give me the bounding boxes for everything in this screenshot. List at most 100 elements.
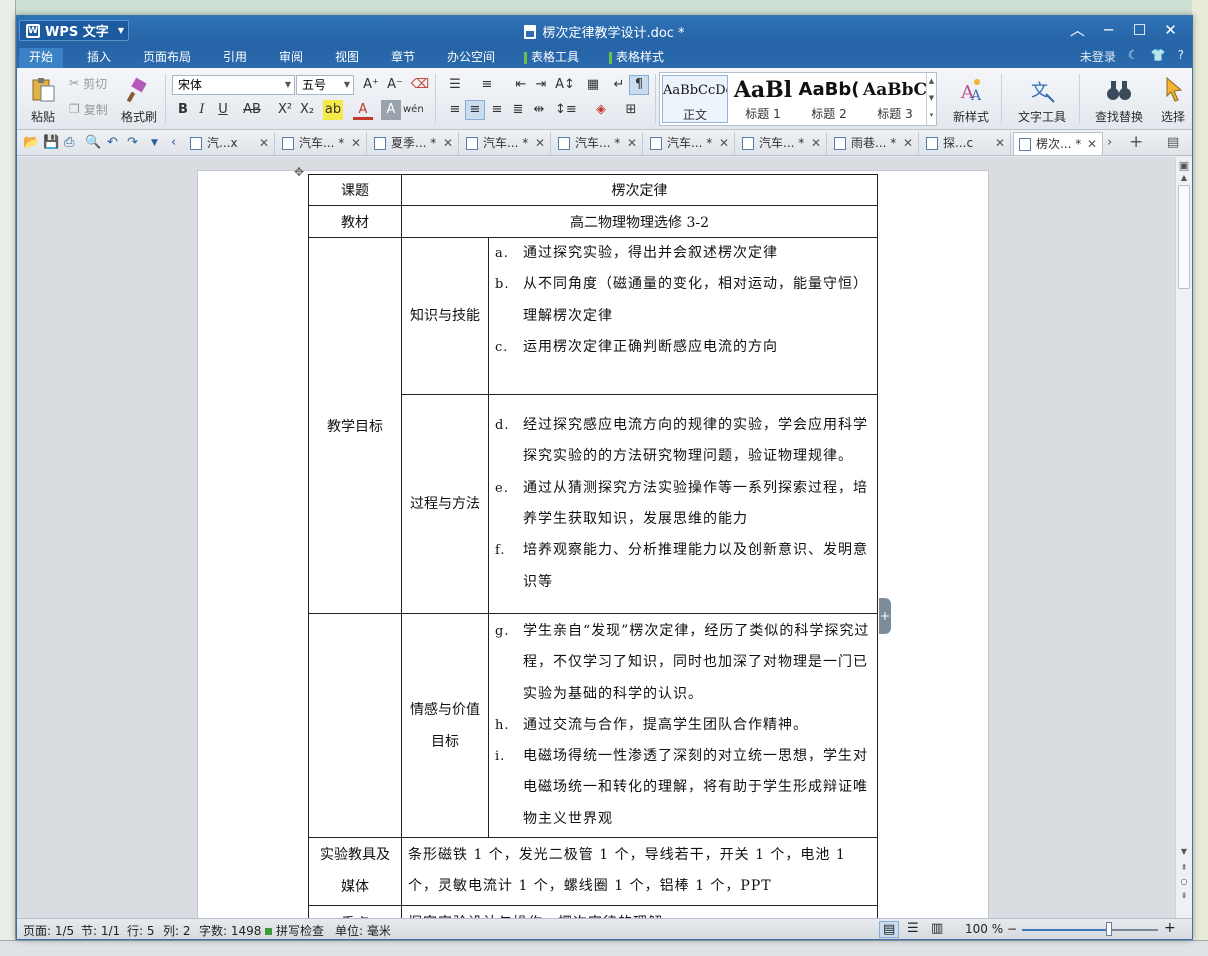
table-move-handle-icon[interactable]: ✥ xyxy=(294,165,304,179)
tab-home[interactable]: 开始 xyxy=(19,48,64,68)
emotion-items-cell[interactable]: g. 学生亲自“发现”楞次定律，经历了类似的科学探究过程，不仅学习了知识，同时也加… xyxy=(488,612,878,839)
tab-office-space[interactable]: 办公空间 xyxy=(445,48,497,68)
minimize-button[interactable]: ─ xyxy=(1093,19,1124,41)
close-icon[interactable]: ✕ xyxy=(535,132,545,154)
char-shading-icon[interactable]: A xyxy=(381,100,401,120)
collapse-ribbon-button[interactable]: ︿ xyxy=(1062,19,1093,41)
process-items-cell[interactable]: d. 经过探究感应电流方向的规律的实验，学会应用科学探究实验的的方法研究物理问题，… xyxy=(488,394,878,614)
style-heading-2[interactable]: AaBb( 标题 2 xyxy=(796,75,862,123)
doc-tab[interactable]: 汽车... * ✕ xyxy=(461,132,551,155)
login-link[interactable]: 未登录 xyxy=(1080,48,1116,65)
doc-tab-active[interactable]: 楞次... * ✕ xyxy=(1013,132,1103,155)
web-view-icon[interactable]: ▥ xyxy=(931,921,943,936)
tab-references[interactable]: 引用 xyxy=(221,48,249,68)
zoom-slider[interactable] xyxy=(1022,929,1158,931)
numbered-list-icon[interactable]: ≡ xyxy=(477,75,497,95)
close-icon[interactable]: ✕ xyxy=(627,132,637,154)
empty-cell[interactable] xyxy=(308,612,402,839)
increase-indent-icon[interactable]: ⇥ xyxy=(531,75,551,95)
save-icon[interactable]: 💾 xyxy=(43,135,59,150)
highlight-icon[interactable]: ab xyxy=(323,100,343,120)
decrease-indent-icon[interactable]: ⇤ xyxy=(511,75,531,95)
zoom-out-icon[interactable]: − xyxy=(1007,922,1017,936)
print-preview-icon[interactable]: 🔍 xyxy=(85,135,101,150)
format-painter-button[interactable]: 格式刷 xyxy=(117,74,161,126)
shirt-icon[interactable]: 👕 xyxy=(1151,48,1166,65)
style-heading-3[interactable]: AaBbC 标题 3 xyxy=(862,75,928,123)
equipment-value-cell[interactable]: 条形磁铁 1 个，发光二极管 1 个，导线若干，开关 1 个，电池 1 个，灵敏… xyxy=(401,837,878,906)
doc-tab[interactable]: 探...c ✕ xyxy=(921,132,1011,155)
prev-page-icon[interactable]: ⇞ xyxy=(1176,863,1192,872)
zoom-in-icon[interactable]: + xyxy=(1164,920,1176,936)
tab-view[interactable]: 视图 xyxy=(333,48,361,68)
show-marks-icon[interactable]: ¶ xyxy=(629,75,649,95)
close-icon[interactable]: ✕ xyxy=(259,132,269,154)
goals-label-cell[interactable]: 教学目标 xyxy=(308,237,402,614)
tab-table-style[interactable]: 表格样式 xyxy=(609,48,666,68)
fill-color-icon[interactable]: ◈ xyxy=(591,100,611,120)
help-button[interactable]: ? xyxy=(1178,48,1184,65)
strikethrough-icon[interactable]: AB xyxy=(239,100,265,120)
doc-tab[interactable]: 汽车... * ✕ xyxy=(553,132,643,155)
spell-check-toggle[interactable]: 拼写检查 xyxy=(265,922,324,939)
tab-list-icon[interactable]: ▤ xyxy=(1167,135,1179,150)
line-spacing-icon[interactable]: ↕≡ xyxy=(555,100,577,120)
tab-review[interactable]: 审阅 xyxy=(277,48,305,68)
textbook-value-cell[interactable]: 高二物理物理选修 3-2 xyxy=(401,205,878,238)
justify-icon[interactable]: ≣ xyxy=(508,100,528,120)
copy-button[interactable]: ❐ 复制 xyxy=(69,100,108,118)
equipment-label-cell[interactable]: 实验教具及媒体 xyxy=(308,837,402,906)
align-left-icon[interactable]: ≡ xyxy=(445,100,465,120)
undo-icon[interactable]: ↶ xyxy=(107,135,118,150)
emotion-label-cell[interactable]: 情感与价值目标 xyxy=(401,612,489,839)
maximize-button[interactable]: ☐ xyxy=(1124,19,1155,41)
skin-icon[interactable]: ☾ xyxy=(1128,48,1139,65)
select-browse-icon[interactable]: ○ xyxy=(1176,877,1192,886)
doc-tab[interactable]: 汽车... * ✕ xyxy=(277,132,367,155)
new-style-button[interactable]: AA 新样式 xyxy=(945,74,997,126)
tab-scroll-left-icon[interactable]: ‹ xyxy=(171,135,176,150)
outline-view-icon[interactable]: ☰ xyxy=(907,921,919,936)
grow-font-icon[interactable]: A⁺ xyxy=(361,75,381,95)
tab-chapter[interactable]: 章节 xyxy=(389,48,417,68)
scroll-down-icon[interactable]: ▼ xyxy=(1176,847,1192,856)
text-tools-button[interactable]: 文 文字工具 xyxy=(1009,74,1075,126)
font-size-select[interactable]: 五号 ▼ xyxy=(296,75,354,95)
superscript-icon[interactable]: X² xyxy=(275,100,295,120)
close-icon[interactable]: ✕ xyxy=(995,132,1005,154)
style-scroll[interactable]: ▲ ▼ ▾ xyxy=(926,73,936,125)
close-icon[interactable]: ✕ xyxy=(1087,133,1097,155)
phonetic-icon[interactable]: wén xyxy=(403,100,424,120)
scrollbar-thumb[interactable] xyxy=(1178,185,1190,289)
add-column-handle[interactable]: + xyxy=(879,598,891,634)
customize-qa-icon[interactable]: ▼ xyxy=(151,138,158,148)
table-grid-icon[interactable]: ▦ xyxy=(583,75,603,95)
status-words[interactable]: 字数: 1498 xyxy=(199,922,261,939)
vertical-scrollbar[interactable]: ▣ ▲ ▼ ⇞ ○ ⇟ xyxy=(1175,157,1192,920)
knowledge-items-cell[interactable]: a. 通过探究实验，得出并会叙述楞次定律 b. 从不同角度（磁通量的变化，相对运动，… xyxy=(488,237,878,395)
font-color-icon[interactable]: A xyxy=(353,100,373,120)
close-icon[interactable]: ✕ xyxy=(351,132,361,154)
font-name-select[interactable]: 宋体 ▼ xyxy=(172,75,295,95)
clear-format-icon[interactable]: ⌫ xyxy=(410,75,430,95)
next-page-icon[interactable]: ⇟ xyxy=(1176,891,1192,900)
print-icon[interactable]: ⎙ xyxy=(64,135,74,150)
scroll-up-icon[interactable]: ▲ xyxy=(1176,173,1192,182)
redo-icon[interactable]: ↷ xyxy=(127,135,138,150)
tab-insert[interactable]: 插入 xyxy=(85,48,113,68)
doc-tab[interactable]: 雨巷... * ✕ xyxy=(829,132,919,155)
style-heading-1[interactable]: AaBl 标题 1 xyxy=(730,75,796,123)
new-tab-icon[interactable]: + xyxy=(1129,132,1143,152)
doc-tab[interactable]: 夏季... * ✕ xyxy=(369,132,459,155)
cut-button[interactable]: ✂ 剪切 xyxy=(69,74,107,92)
underline-icon[interactable]: U xyxy=(213,100,233,120)
knowledge-label-cell[interactable]: 知识与技能 xyxy=(401,237,489,395)
doc-tab[interactable]: 汽车... * ✕ xyxy=(737,132,827,155)
tab-table-tools[interactable]: 表格工具 xyxy=(524,48,581,68)
distributed-align-icon[interactable]: ⇹ xyxy=(529,100,549,120)
close-icon[interactable]: ✕ xyxy=(719,132,729,154)
topic-label-cell[interactable]: 课题 xyxy=(308,174,402,206)
process-label-cell[interactable]: 过程与方法 xyxy=(401,394,489,614)
open-folder-icon[interactable]: 📂 xyxy=(23,135,39,150)
tab-page-layout[interactable]: 页面布局 xyxy=(141,48,193,68)
